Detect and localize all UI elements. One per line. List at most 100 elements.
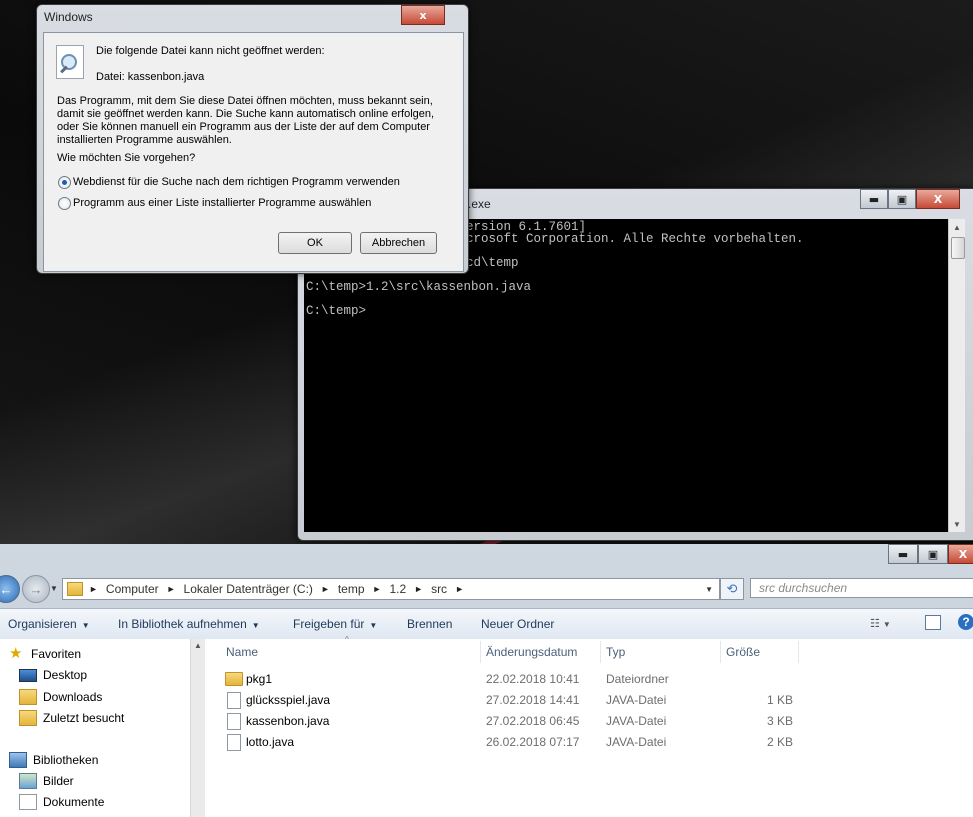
breadcrumb-separator[interactable]: ► [373, 584, 382, 594]
breadcrumb-1-2[interactable]: 1.2 [389, 582, 406, 596]
breadcrumb-computer[interactable]: Computer [106, 582, 159, 596]
breadcrumb-separator[interactable]: ► [167, 584, 176, 594]
column-header-name[interactable]: Name [226, 645, 258, 659]
breadcrumb-separator[interactable]: ► [321, 584, 330, 594]
dialog-question: Wie möchten Sie vorgehen? [57, 152, 196, 164]
breadcrumb-separator[interactable]: ► [455, 584, 464, 594]
console-scrollbar[interactable]: ▲ ▼ [948, 219, 965, 532]
breadcrumb-separator[interactable]: ► [414, 584, 423, 594]
recent-places-icon [19, 710, 37, 726]
refresh-icon[interactable]: ⟲ [720, 578, 744, 600]
column-separator[interactable] [720, 641, 721, 663]
chevron-down-icon: ▼ [251, 621, 260, 630]
close-button[interactable]: X [916, 189, 960, 209]
console-line: cd\temp [466, 256, 519, 270]
file-type: JAVA-Datei [606, 735, 667, 749]
option-web-service-label[interactable]: Webdienst für die Suche nach dem richtig… [73, 176, 400, 189]
new-folder-button[interactable]: Neuer Ordner [481, 617, 554, 631]
include-in-library-menu[interactable]: In Bibliothek aufnehmen ▼ [118, 617, 260, 631]
chevron-down-icon: ▼ [81, 621, 90, 630]
pictures-icon [19, 773, 37, 789]
scroll-down-icon[interactable]: ▼ [949, 516, 965, 532]
column-separator[interactable] [480, 641, 481, 663]
back-button[interactable]: ← [0, 575, 20, 603]
recent-pages-dropdown-icon[interactable]: ▼ [50, 584, 58, 593]
nav-recent[interactable]: Zuletzt besucht [19, 710, 124, 726]
maximize-button[interactable]: ▣ [888, 189, 916, 209]
dialog-heading: Die folgende Datei kann nicht geöffnet w… [96, 45, 325, 57]
file-type: JAVA-Datei [606, 693, 667, 707]
preview-pane-icon[interactable] [925, 615, 941, 630]
open-with-dialog: Windows x Die folgende Datei kann nicht … [36, 4, 469, 274]
console-line: crosoft Corporation. Alle Rechte vorbeha… [466, 232, 804, 246]
close-button[interactable]: X [948, 544, 973, 564]
maximize-button[interactable]: ▣ [918, 544, 948, 564]
folder-icon [225, 672, 243, 686]
file-size: 2 KB [766, 735, 793, 749]
chevron-down-icon: ▼ [369, 621, 378, 630]
cancel-button[interactable]: Abbrechen [360, 232, 437, 254]
column-separator[interactable] [798, 641, 799, 663]
address-bar[interactable]: ► Computer ► Lokaler Datenträger (C:) ► … [62, 578, 720, 600]
file-row-lotto[interactable]: lotto.java 26.02.2018 07:17 JAVA-Datei 2… [205, 732, 973, 753]
search-input[interactable]: src durchsuchen [750, 578, 973, 598]
file-row-gluecksspiel[interactable]: glücksspiel.java 27.02.2018 14:41 JAVA-D… [205, 690, 973, 711]
nav-favorites[interactable]: ★ Favoriten [9, 646, 81, 661]
file-date: 22.02.2018 10:41 [486, 672, 580, 686]
file-name: pkg1 [246, 672, 273, 686]
console-line: C:\temp> [306, 304, 367, 318]
breadcrumb-separator[interactable]: ► [89, 584, 98, 594]
downloads-icon [19, 689, 37, 705]
scrollbar-thumb[interactable] [951, 237, 965, 259]
nav-libraries[interactable]: Bibliotheken [9, 752, 98, 768]
column-header-type[interactable]: Typ [606, 645, 625, 659]
file-name: glücksspiel.java [246, 693, 331, 707]
sort-ascending-icon: ^ [345, 635, 349, 644]
documents-icon [19, 794, 37, 810]
command-bar: Organisieren ▼ In Bibliothek aufnehmen ▼ F… [0, 608, 973, 640]
console-title: .exe [468, 197, 491, 211]
minimize-button[interactable]: ▬ [888, 544, 918, 564]
breadcrumb-drive[interactable]: Lokaler Datenträger (C:) [184, 582, 313, 596]
console-caption-buttons: ▬ ▣ X [860, 189, 960, 209]
radio-installed-program[interactable] [58, 197, 71, 210]
nav-documents[interactable]: Dokumente [19, 794, 104, 810]
column-header-date[interactable]: Änderungsdatum [486, 645, 577, 659]
burn-button[interactable]: Brennen [407, 617, 452, 631]
nav-downloads[interactable]: Downloads [19, 689, 102, 705]
file-date: 26.02.2018 07:17 [486, 735, 580, 749]
ok-button[interactable]: OK [278, 232, 352, 254]
nav-pictures[interactable]: Bilder [19, 773, 74, 789]
dialog-paragraph-line: Das Programm, mit dem Sie diese Datei öf… [57, 95, 433, 107]
file-row-kassenbon[interactable]: kassenbon.java 27.02.2018 06:45 JAVA-Dat… [205, 711, 973, 732]
share-with-menu[interactable]: Freigeben für ▼ [293, 617, 377, 631]
nav-desktop[interactable]: Desktop [19, 668, 87, 682]
file-icon [227, 692, 241, 709]
dialog-title: Windows [44, 10, 93, 24]
file-row-pkg1[interactable]: pkg1 22.02.2018 10:41 Dateiordner [205, 669, 973, 690]
file-icon [227, 713, 241, 730]
file-list: ^ Name Änderungsdatum Typ Größe pkg1 22.… [205, 635, 973, 817]
desktop-icon [19, 668, 37, 682]
explorer-window: ▬ ▣ X ← → ▼ ► Computer ► Lokaler Datentr… [0, 544, 973, 817]
breadcrumb-src[interactable]: src [431, 582, 447, 596]
organize-menu[interactable]: Organisieren ▼ [8, 617, 90, 631]
radio-web-service[interactable] [58, 176, 71, 189]
address-dropdown-icon[interactable]: ▼ [705, 585, 713, 594]
view-options-icon[interactable]: ☷ ▼ [870, 617, 891, 630]
column-separator[interactable] [600, 641, 601, 663]
column-header-size[interactable]: Größe [726, 645, 760, 659]
forward-button[interactable]: → [22, 575, 50, 603]
close-button[interactable]: x [401, 5, 445, 25]
help-icon[interactable]: ? [958, 614, 973, 630]
dialog-caption-buttons: x [401, 5, 445, 25]
breadcrumb-temp[interactable]: temp [338, 582, 365, 596]
scroll-up-icon[interactable]: ▲ [949, 219, 965, 235]
option-installed-program-label[interactable]: Programm aus einer Liste installierter P… [73, 197, 371, 210]
scroll-up-icon[interactable]: ▲ [191, 641, 205, 650]
folder-icon [67, 582, 83, 596]
minimize-button[interactable]: ▬ [860, 189, 888, 209]
navigation-scrollbar[interactable]: ▲ [190, 639, 205, 817]
dialog-paragraph-line: oder Sie können manuell ein Programm aus… [57, 121, 430, 133]
dialog-body: Die folgende Datei kann nicht geöffnet w… [43, 32, 464, 272]
